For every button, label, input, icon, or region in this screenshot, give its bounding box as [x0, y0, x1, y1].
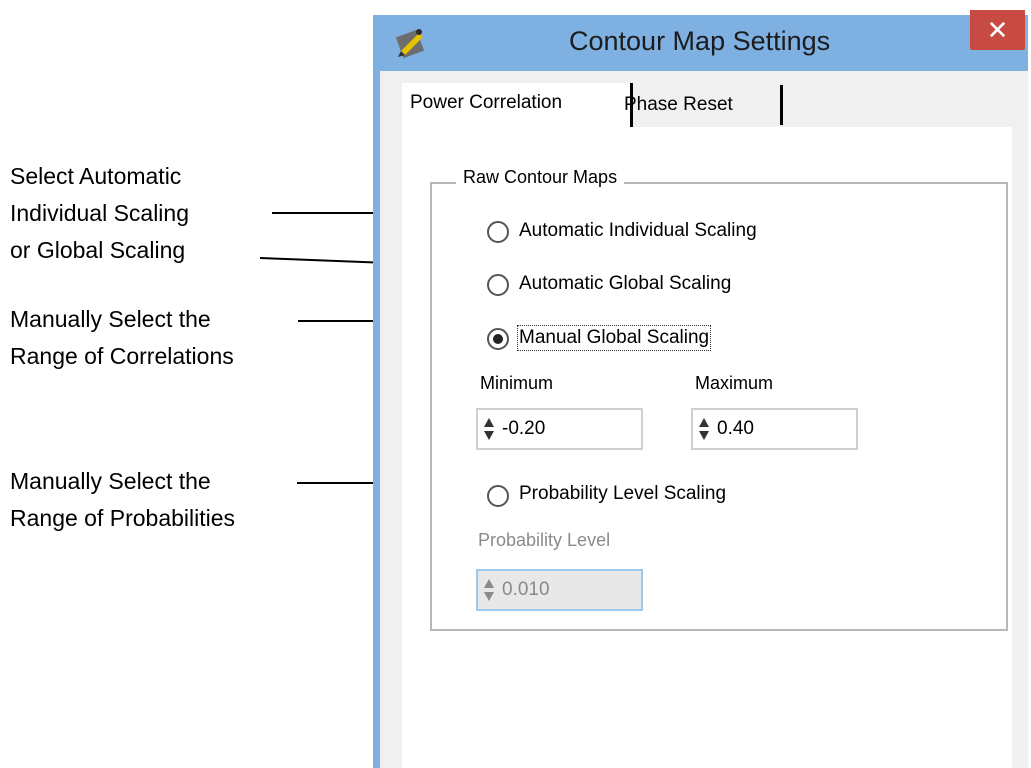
probability-level-spinner[interactable]: 0.010: [476, 569, 643, 611]
power-correlation-panel: Raw Contour Maps Automatic Individual Sc…: [402, 127, 1012, 768]
spinner-arrows-icon[interactable]: [697, 415, 711, 443]
maximum-value: 0.40: [717, 418, 754, 439]
raw-contour-maps-group: [430, 182, 1008, 631]
maximum-label: Maximum: [695, 373, 774, 393]
label-automatic-individual: Automatic Individual Scaling: [519, 220, 757, 241]
minimum-spinner[interactable]: -0.20: [476, 408, 643, 450]
dialog-client: Power Correlation Phase Reset Raw Contou…: [380, 71, 1028, 768]
label-manual-global: Manual Global Scaling: [516, 325, 712, 351]
minimum-label: Minimum: [480, 373, 554, 393]
group-title: Raw Contour Maps: [456, 167, 625, 188]
minimum-value: -0.20: [502, 418, 546, 439]
radio-automatic-individual[interactable]: [487, 221, 509, 243]
probability-level-value: 0.010: [502, 579, 550, 600]
tab-phase-reset[interactable]: Phase Reset: [616, 85, 783, 125]
probability-level-label: Probability Level: [478, 530, 611, 550]
maximum-spinner[interactable]: 0.40: [691, 408, 858, 450]
tab-power-correlation[interactable]: Power Correlation: [402, 83, 633, 127]
close-icon: ✕: [986, 15, 1009, 45]
radio-probability-level[interactable]: [487, 485, 509, 507]
settings-window: Contour Map Settings ✕ Power Correlation…: [373, 10, 1028, 768]
radio-manual-global[interactable]: [487, 328, 509, 350]
title-bar: Contour Map Settings ✕: [373, 10, 1028, 71]
spinner-arrows-icon[interactable]: [482, 576, 496, 604]
app-pencil-icon: [395, 29, 425, 59]
close-button[interactable]: ✕: [970, 10, 1025, 50]
label-probability-level: Probability Level Scaling: [519, 483, 727, 504]
radio-automatic-global[interactable]: [487, 274, 509, 296]
spinner-arrows-icon[interactable]: [482, 415, 496, 443]
label-automatic-global: Automatic Global Scaling: [519, 273, 732, 294]
window-title: Contour Map Settings: [569, 26, 831, 56]
